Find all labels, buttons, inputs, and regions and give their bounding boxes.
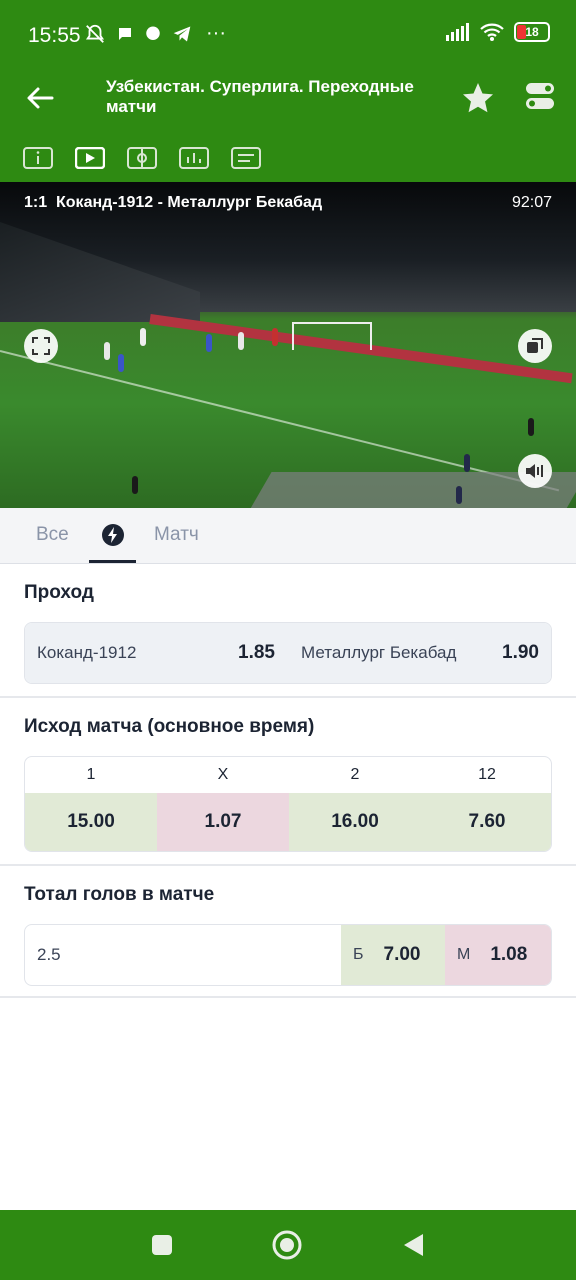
result-odd-2[interactable]: 16.00 <box>289 793 421 851</box>
home-button[interactable] <box>270 1228 304 1262</box>
chat-bubble-icon <box>119 27 131 40</box>
tab-text-broadcast[interactable] <box>230 146 262 170</box>
star-icon[interactable] <box>460 80 496 116</box>
page-title: Узбекистан. Суперлига. Переходные матчи <box>106 77 414 116</box>
under-coefficient: 1.08 <box>490 944 528 965</box>
total-under[interactable]: М 1.08 <box>445 925 551 985</box>
under-label: М <box>457 946 471 963</box>
field-icon <box>127 147 157 169</box>
fullscreen-icon <box>32 337 50 355</box>
stats-icon <box>179 147 209 169</box>
battery-icon: 18 <box>514 22 550 42</box>
video-match-time: 92:07 <box>511 194 552 211</box>
battery-level: 18 <box>525 25 539 39</box>
tab-all[interactable]: Все <box>36 524 69 546</box>
video-score: 1:1 <box>24 194 48 211</box>
result-odd-x[interactable]: 1.07 <box>157 793 289 851</box>
telegram-icon <box>173 26 191 41</box>
tab-video[interactable] <box>74 146 106 170</box>
pass-title: Проход <box>24 582 94 603</box>
pass-market: Коканд-1912 1.85 Металлург Бекабад 1.90 <box>24 622 552 684</box>
video-score-title: 1:1 Коканд-1912 - Металлург Бекабад <box>24 194 322 212</box>
back-button[interactable] <box>396 1228 430 1262</box>
team-name: Коканд-1912 <box>37 643 137 662</box>
tab-info[interactable] <box>22 146 54 170</box>
result-header-x: X <box>217 766 229 783</box>
system-nav-bar <box>0 1210 576 1280</box>
total-line-value: 2.5 <box>37 945 61 964</box>
signal-icon <box>446 23 469 41</box>
status-time: 15:55 <box>28 24 81 47</box>
result-header-2: 2 <box>350 766 360 783</box>
total-over[interactable]: Б 7.00 <box>341 925 445 985</box>
total-line: 2.5 <box>37 925 337 985</box>
result-odd-12[interactable]: 7.60 <box>421 793 551 851</box>
message-icon <box>146 26 160 40</box>
text-broadcast-icon <box>231 147 261 169</box>
result-header-1: 1 <box>86 766 96 783</box>
back-arrow-icon[interactable] <box>24 82 56 114</box>
info-icon <box>23 147 53 169</box>
over-label: Б <box>353 946 364 963</box>
volume-button[interactable] <box>518 454 552 488</box>
result-header-12: 12 <box>478 766 496 783</box>
pass-option-away[interactable]: Металлург Бекабад 1.90 <box>289 623 551 683</box>
tab-field[interactable] <box>126 146 158 170</box>
over-coefficient: 7.00 <box>383 944 421 965</box>
back-icon <box>404 1234 423 1256</box>
picture-in-picture-icon <box>527 338 543 353</box>
divider <box>0 864 576 866</box>
coefficient: 1.90 <box>502 642 539 663</box>
mute-icon <box>85 24 105 43</box>
video-play-icon <box>75 147 105 169</box>
result-odd-1[interactable]: 15.00 <box>25 793 157 851</box>
total-market: 2.5 Б 7.00 М 1.08 <box>24 924 552 986</box>
total-title: Тотал голов в матче <box>24 884 215 905</box>
divider <box>0 996 576 998</box>
fullscreen-button[interactable] <box>24 329 58 363</box>
market-tabs: Все Матч <box>0 508 576 564</box>
tab-match[interactable]: Матч <box>154 524 199 546</box>
divider <box>0 696 576 698</box>
team-name: Металлург Бекабад <box>301 643 457 662</box>
more-dots-icon: ··· <box>206 22 226 44</box>
lightning-icon[interactable] <box>100 522 126 548</box>
video-match-name: Коканд-1912 - Металлург Бекабад <box>56 194 323 211</box>
video-player[interactable]: 1:1 Коканд-1912 - Металлург Бекабад 92:0… <box>0 182 576 508</box>
pip-button[interactable] <box>518 329 552 363</box>
pass-option-home[interactable]: Коканд-1912 1.85 <box>25 623 289 683</box>
mute-speaker-icon <box>526 464 543 478</box>
tab-stats[interactable] <box>178 146 210 170</box>
app-bar: Узбекистан. Суперлига. Переходные матчи <box>0 54 576 182</box>
result-market: 1 X 2 12 15.00 1.07 16.00 7.60 <box>24 756 552 852</box>
active-tab-indicator <box>89 560 136 563</box>
result-title: Исход матча (основное время) <box>24 716 315 737</box>
wifi-icon <box>480 23 504 41</box>
coefficient: 1.85 <box>238 642 275 663</box>
toggle-settings-icon[interactable] <box>524 80 556 112</box>
home-icon <box>272 1230 302 1260</box>
recent-apps-icon <box>152 1235 172 1255</box>
recent-apps-button[interactable] <box>145 1228 179 1262</box>
